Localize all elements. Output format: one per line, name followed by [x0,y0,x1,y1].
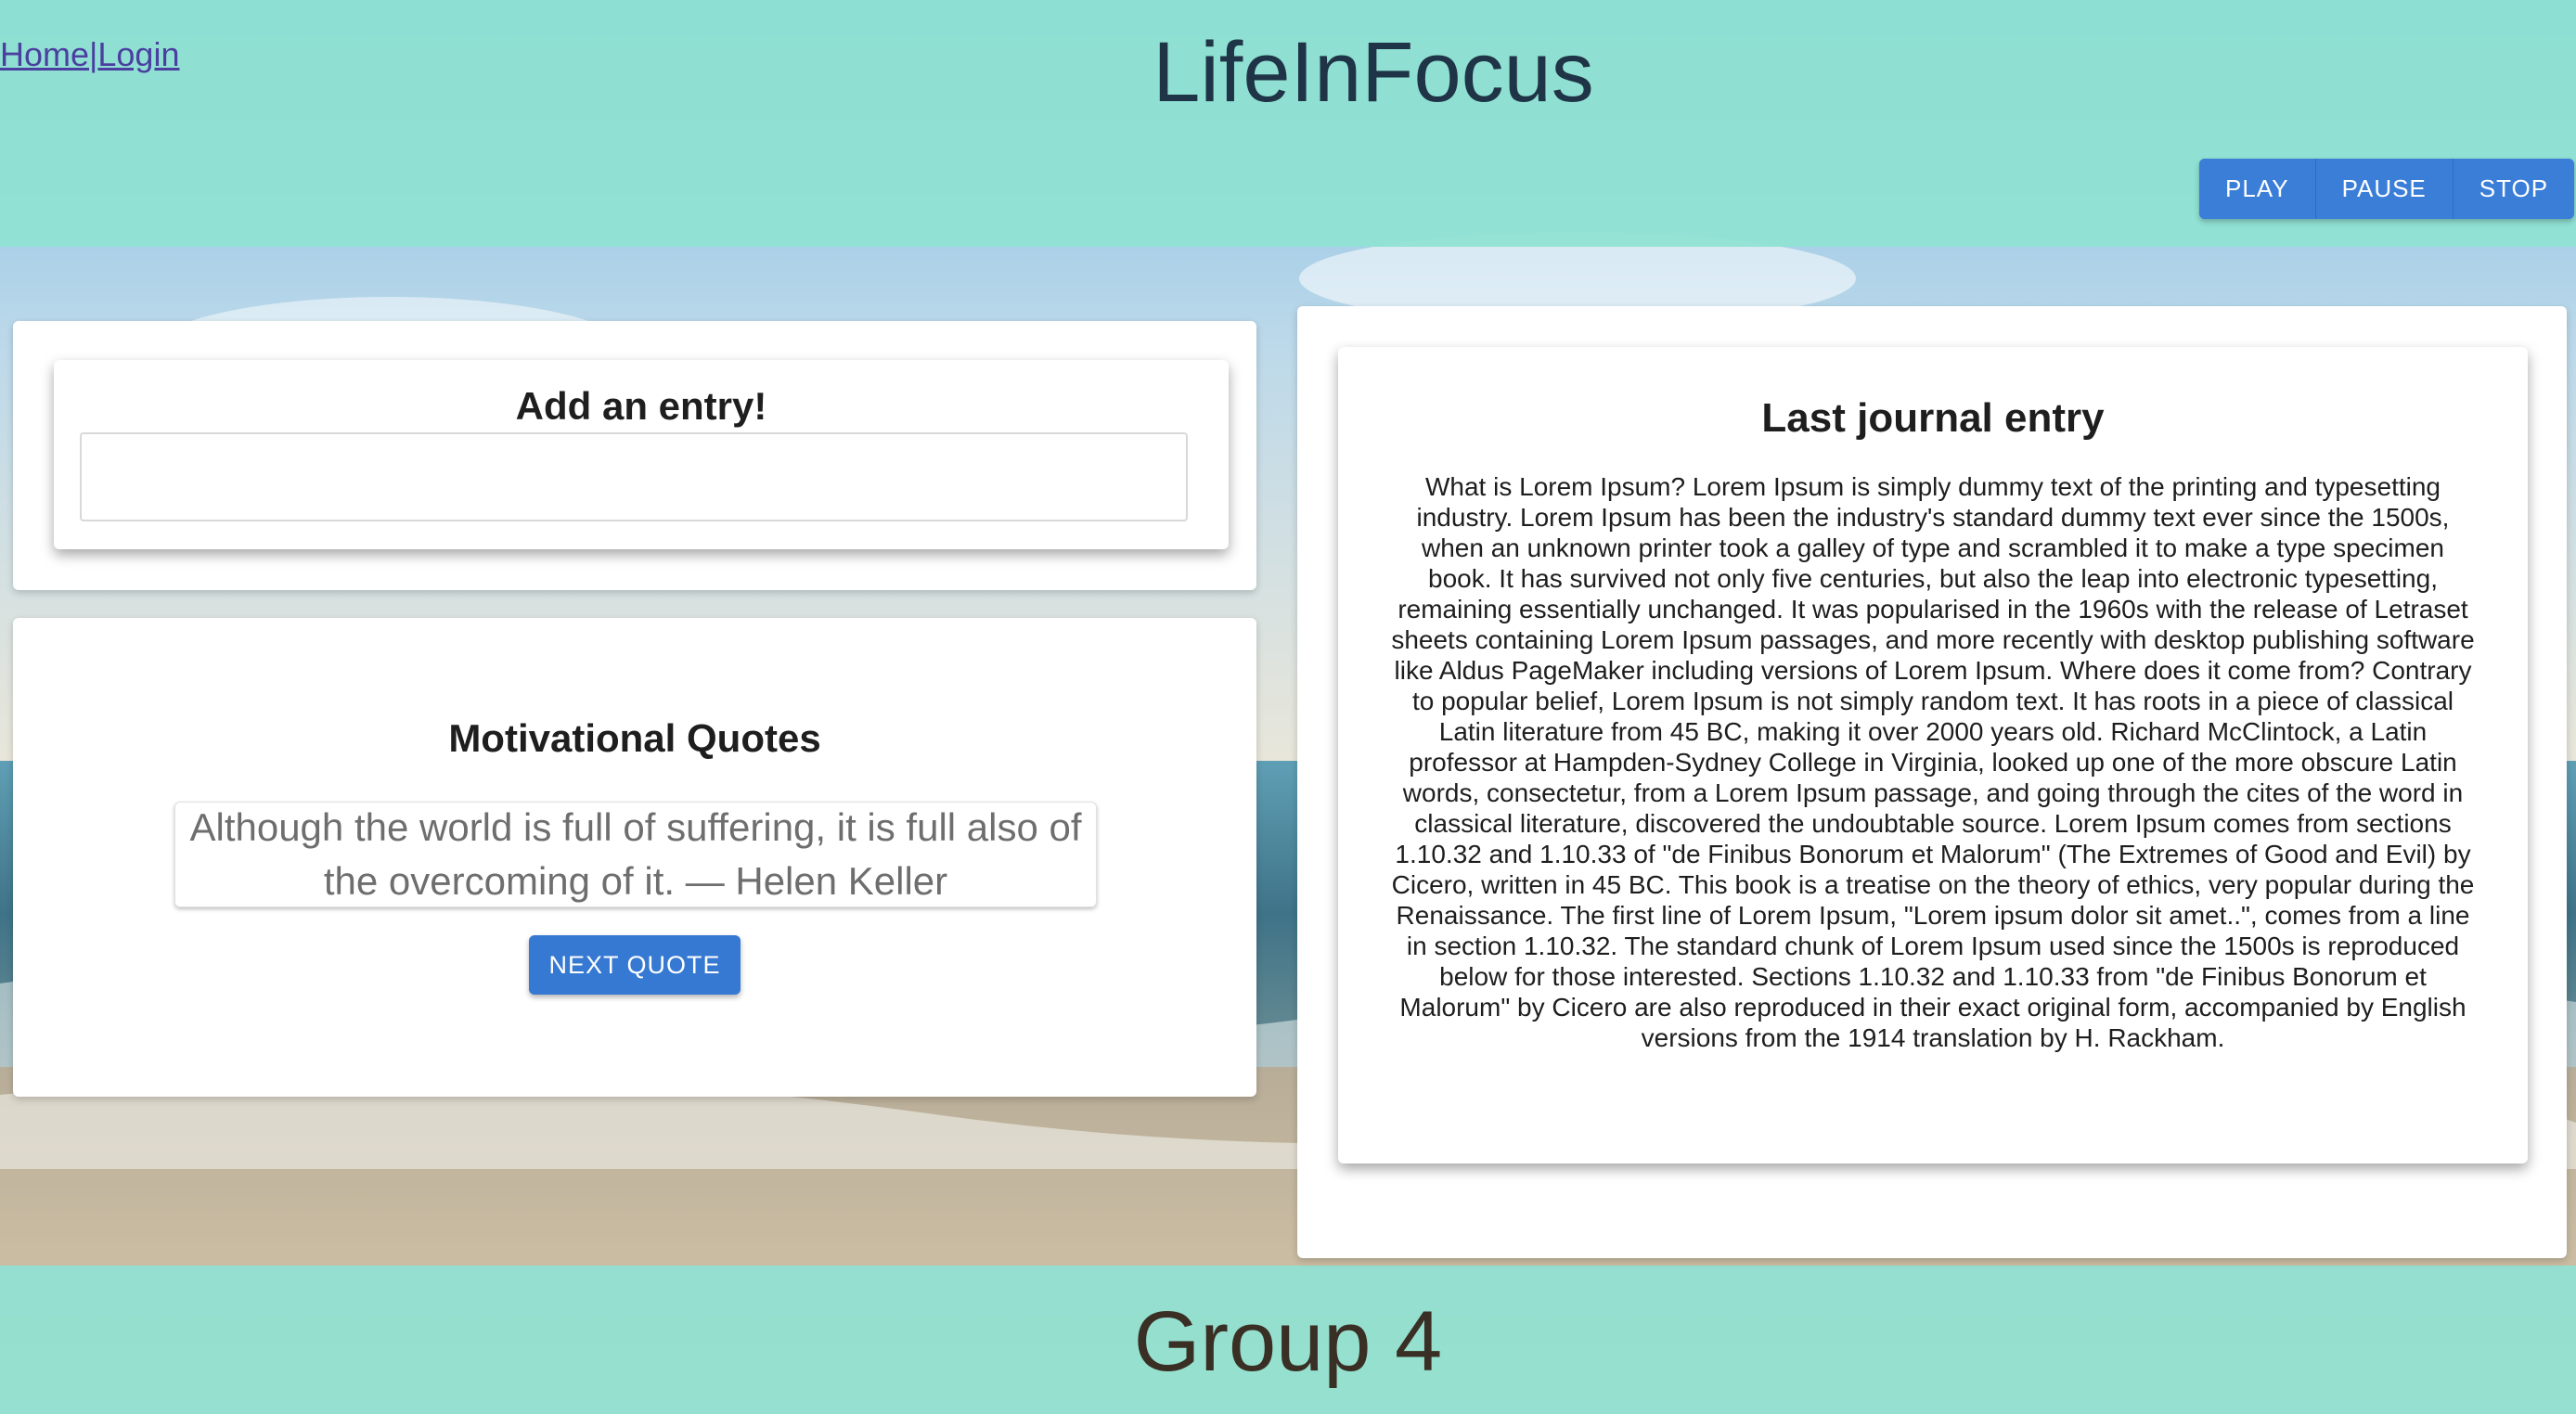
motivational-quotes-panel: Motivational Quotes Although the world i… [13,618,1256,1097]
journal-card: Last journal entry What is Lorem Ipsum? … [1338,347,2528,1163]
footer-text: Group 4 [1133,1294,1443,1389]
quotes-title: Motivational Quotes [448,716,821,760]
site-footer: Group 4 [0,1266,2576,1414]
next-quote-button[interactable]: NEXT QUOTE [529,935,741,995]
stop-button[interactable]: STOP [2453,159,2575,219]
site-title: LifeInFocus [1153,25,1594,120]
add-entry-title: Add an entry! [515,384,767,428]
pause-button[interactable]: PAUSE [2315,159,2454,219]
add-entry-card: Add an entry! [54,360,1229,549]
journal-title: Last journal entry [1761,395,2105,441]
journal-entry-text: What is Lorem Ipsum? Lorem Ipsum is simp… [1391,472,2475,1052]
play-button[interactable]: PLAY [2199,159,2316,219]
journal-panel: Last journal entry What is Lorem Ipsum? … [1297,306,2567,1258]
quote-text: Although the world is full of suffering,… [174,802,1097,907]
entry-input[interactable] [80,432,1188,521]
add-entry-panel: Add an entry! [13,321,1256,590]
site-header: Home|Login LifeInFocus PLAY PAUSE STOP [0,0,2576,247]
audio-controls: PLAY PAUSE STOP [2199,159,2575,219]
